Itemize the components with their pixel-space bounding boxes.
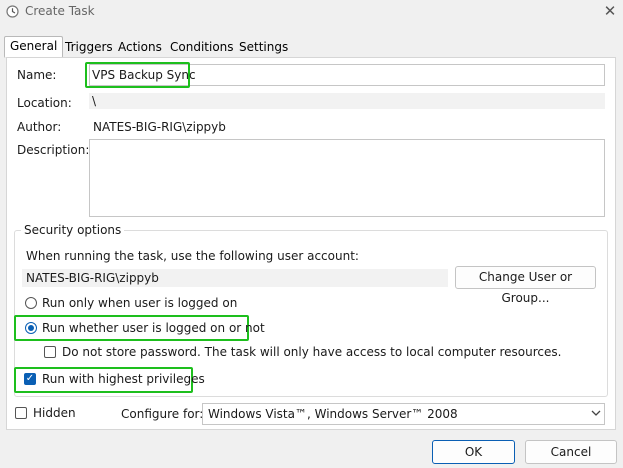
author-value: NATES-BIG-RIG\zippyb — [93, 120, 226, 134]
name-value: VPS Backup Sync — [92, 68, 196, 82]
configure-for-label: Configure for: — [121, 407, 204, 421]
tab-settings[interactable]: Settings — [234, 38, 293, 57]
security-options-title: Security options — [21, 223, 125, 237]
account-value: NATES-BIG-RIG\zippyb — [26, 271, 159, 285]
tab-actions[interactable]: Actions — [113, 38, 167, 57]
do-not-store-password-checkbox[interactable] — [44, 346, 56, 358]
location-label: Location: — [17, 96, 72, 110]
title-bar: Create Task ✕ — [0, 0, 623, 28]
description-label: Description: — [17, 143, 90, 157]
hidden-checkbox[interactable] — [15, 407, 27, 419]
location-field — [89, 93, 605, 109]
change-user-button[interactable]: Change User or Group... — [455, 266, 596, 305]
window-title: Create Task — [25, 4, 95, 18]
chevron-down-icon — [590, 406, 602, 420]
description-field[interactable] — [89, 139, 605, 217]
author-label: Author: — [17, 120, 62, 134]
radio-run-whether[interactable] — [25, 322, 37, 334]
close-icon[interactable]: ✕ — [600, 1, 620, 21]
configure-for-value: Windows Vista™, Windows Server™ 2008 — [208, 407, 458, 421]
clock-icon — [6, 5, 19, 18]
radio-run-whether-label: Run whether user is logged on or not — [42, 321, 265, 335]
highest-privileges-checkbox[interactable]: ✓ — [24, 373, 36, 385]
highest-privileges-label: Run with highest privileges — [42, 372, 205, 386]
name-label: Name: — [17, 68, 57, 82]
hidden-label: Hidden — [33, 406, 76, 420]
tab-general[interactable]: General — [4, 36, 64, 58]
location-value: \ — [92, 94, 97, 108]
ok-button[interactable]: OK — [432, 440, 515, 464]
do-not-store-password-label: Do not store password. The task will onl… — [62, 345, 562, 359]
radio-logged-on[interactable] — [25, 297, 37, 309]
tab-conditions[interactable]: Conditions — [165, 38, 239, 57]
account-prompt: When running the task, use the following… — [26, 249, 359, 263]
radio-logged-on-label: Run only when user is logged on — [42, 296, 238, 310]
tab-triggers[interactable]: Triggers — [60, 38, 118, 57]
cancel-button[interactable]: Cancel — [525, 440, 617, 464]
